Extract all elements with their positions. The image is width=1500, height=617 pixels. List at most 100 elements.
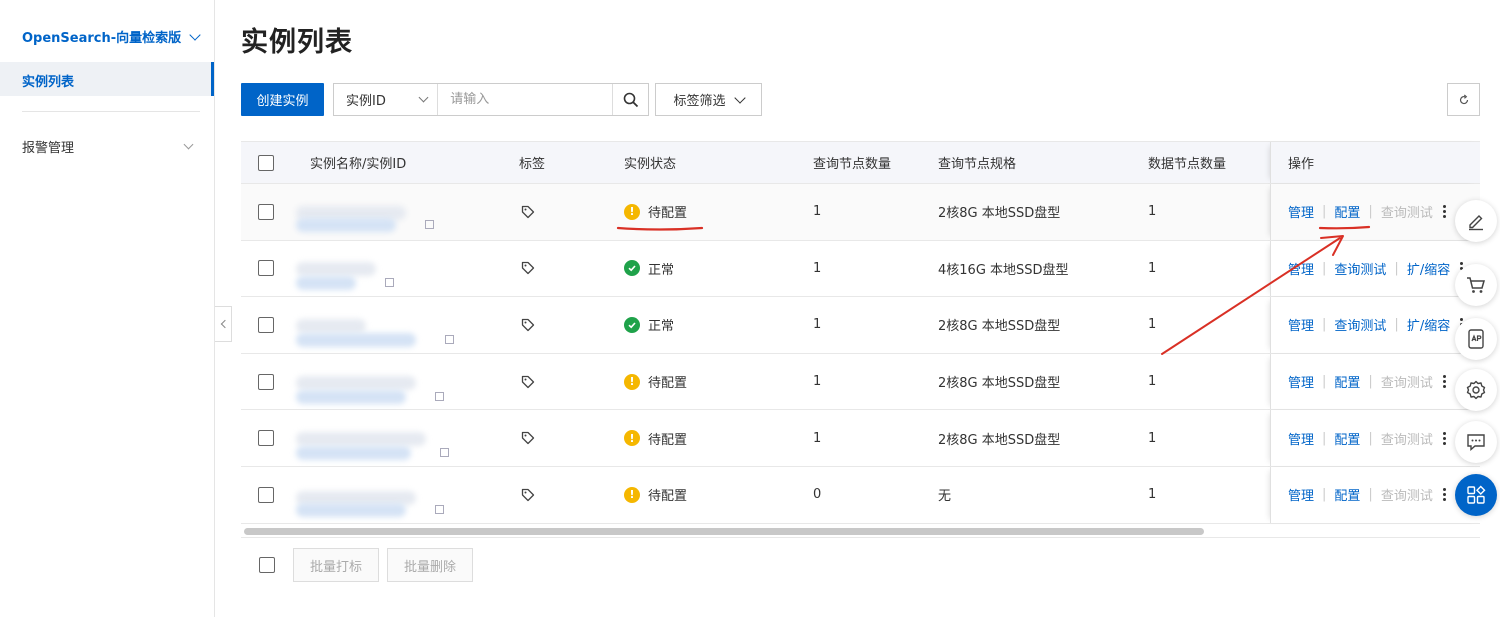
action-link[interactable]: 管理: [1288, 259, 1314, 278]
float-apps-button[interactable]: [1455, 474, 1497, 516]
api-icon: [1468, 329, 1484, 349]
status-cell: ! 待配置: [624, 467, 687, 523]
action-link[interactable]: 管理: [1288, 202, 1314, 221]
gear-icon: [1466, 380, 1486, 400]
feedback-icon: [1467, 434, 1485, 452]
query-nodes-cell: 1: [813, 260, 822, 276]
action-link[interactable]: 查询测试: [1381, 485, 1433, 504]
action-link[interactable]: 管理: [1288, 315, 1314, 334]
scrollbar-thumb[interactable]: [244, 528, 1204, 535]
copy-icon[interactable]: [435, 504, 444, 514]
row-checkbox[interactable]: [258, 203, 274, 220]
query-nodes-cell: 1: [813, 204, 822, 220]
search-input[interactable]: [438, 84, 613, 115]
horizontal-scrollbar[interactable]: [241, 524, 1480, 538]
redacted-text: [296, 276, 356, 291]
create-instance-button[interactable]: 创建实例: [241, 83, 324, 116]
select-cell: [258, 297, 274, 353]
redacted-text: [296, 318, 366, 333]
action-separator: |: [1322, 430, 1327, 446]
batch-tag-button[interactable]: 批量打标: [293, 548, 379, 582]
sidebar-item-instance-list[interactable]: 实例列表: [0, 62, 214, 96]
action-separator: |: [1368, 487, 1373, 503]
tag-cell[interactable]: [521, 241, 535, 297]
select-cell: [258, 467, 274, 523]
row-checkbox[interactable]: [258, 373, 274, 390]
select-all-checkbox[interactable]: [258, 154, 274, 171]
sidebar-divider: [22, 111, 200, 112]
action-link[interactable]: 配置: [1334, 485, 1360, 504]
copy-icon[interactable]: [425, 219, 434, 229]
data-nodes-cell: 1: [1148, 317, 1157, 333]
action-link[interactable]: 扩/缩容: [1407, 259, 1450, 278]
action-link[interactable]: 查询测试: [1381, 202, 1433, 221]
sidebar-item-alarm-management[interactable]: 报警管理: [22, 137, 194, 156]
product-switcher[interactable]: OpenSearch-向量检索版: [22, 27, 201, 46]
instance-name-cell[interactable]: [296, 354, 446, 410]
status-text: 待配置: [648, 489, 688, 505]
select-cell: [258, 410, 274, 466]
action-link[interactable]: 配置: [1334, 372, 1360, 391]
status-cell: 正常: [624, 297, 674, 353]
refresh-button[interactable]: [1447, 83, 1480, 116]
sidebar-collapse-button[interactable]: [215, 306, 232, 342]
instance-name-cell[interactable]: [296, 184, 446, 240]
action-link[interactable]: 查询测试: [1381, 429, 1433, 448]
instance-name-cell[interactable]: [296, 241, 446, 297]
sidebar-item-label: 实例列表: [22, 75, 75, 90]
float-edit-button[interactable]: [1455, 200, 1497, 242]
float-feedback-button[interactable]: [1455, 421, 1497, 463]
action-link[interactable]: 查询测试: [1381, 372, 1433, 391]
query-spec-cell: 2核8G 本地SSD盘型: [938, 206, 1061, 222]
row-checkbox[interactable]: [258, 260, 274, 277]
redacted-text: [296, 502, 406, 517]
action-link[interactable]: 配置: [1334, 429, 1360, 448]
more-actions-icon[interactable]: [1442, 205, 1446, 219]
tag-filter-button[interactable]: 标签筛选: [655, 83, 762, 116]
action-link[interactable]: 管理: [1288, 372, 1314, 391]
more-actions-icon[interactable]: [1442, 488, 1446, 502]
chevron-down-icon: [183, 139, 194, 150]
search-button[interactable]: [612, 84, 648, 115]
search-icon: [623, 92, 638, 107]
tag-cell[interactable]: [521, 184, 535, 240]
row-checkbox[interactable]: [258, 486, 274, 503]
row-checkbox[interactable]: [258, 316, 274, 333]
tag-cell[interactable]: [521, 297, 535, 353]
copy-icon[interactable]: [445, 334, 454, 344]
tag-cell[interactable]: [521, 410, 535, 466]
action-link[interactable]: 扩/缩容: [1407, 315, 1450, 334]
instance-name-cell[interactable]: [296, 410, 449, 466]
column-header: 实例名称/实例ID: [310, 157, 407, 172]
action-separator: |: [1394, 260, 1399, 276]
action-link[interactable]: 查询测试: [1334, 259, 1386, 278]
copy-icon[interactable]: [440, 448, 449, 458]
action-link[interactable]: 配置: [1334, 202, 1360, 221]
more-actions-icon[interactable]: [1442, 375, 1446, 389]
more-actions-icon[interactable]: [1442, 431, 1446, 445]
edit-icon: [1469, 215, 1483, 231]
table-body: ! 待配置 1 2核8G 本地SSD盘型 1 管理 | 配置 | 查询测试 正常: [241, 184, 1480, 524]
batch-delete-button[interactable]: 批量删除: [387, 548, 473, 582]
instance-name-cell[interactable]: [296, 297, 454, 353]
actions-cell: 管理 | 配置 | 查询测试: [1270, 353, 1480, 410]
sidebar: OpenSearch-向量检索版 实例列表 报警管理: [0, 0, 215, 617]
select-all-footer-checkbox[interactable]: [259, 557, 275, 573]
float-cart-button[interactable]: [1455, 264, 1497, 306]
float-settings-button[interactable]: [1455, 369, 1497, 411]
copy-icon[interactable]: [435, 391, 444, 401]
tag-cell[interactable]: [521, 467, 535, 523]
action-link[interactable]: 查询测试: [1334, 315, 1386, 334]
copy-icon[interactable]: [385, 278, 394, 288]
query-nodes-cell: 1: [813, 430, 822, 446]
action-link[interactable]: 管理: [1288, 429, 1314, 448]
status-warning-icon: !: [624, 486, 640, 503]
float-api-button[interactable]: [1455, 318, 1497, 360]
row-checkbox[interactable]: [258, 430, 274, 447]
tag-cell[interactable]: [521, 354, 535, 410]
table-row: ! 待配置 0 无 1 管理 | 配置 | 查询测试: [241, 466, 1480, 524]
tag-icon: [521, 262, 535, 275]
instance-name-cell[interactable]: [296, 467, 446, 523]
action-link[interactable]: 管理: [1288, 485, 1314, 504]
search-field-select[interactable]: 实例ID: [334, 84, 439, 115]
